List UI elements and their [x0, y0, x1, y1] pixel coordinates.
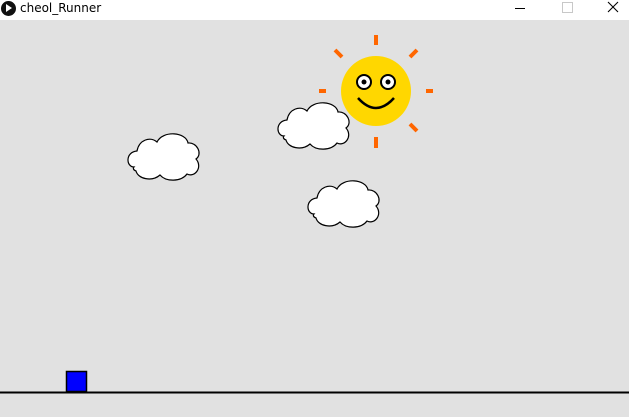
cloud — [127, 133, 200, 181]
minimize-button[interactable] — [498, 0, 544, 20]
sun-face — [341, 56, 411, 126]
app-icon — [1, 1, 16, 16]
cloud — [307, 180, 380, 228]
minimize-icon — [515, 8, 525, 9]
window-title: cheol_Runner — [20, 1, 102, 15]
maximize-button[interactable] — [544, 0, 590, 20]
maximize-icon — [562, 2, 573, 13]
close-icon — [607, 1, 619, 13]
close-button[interactable] — [590, 0, 629, 20]
player-block — [65, 370, 88, 393]
game-scene — [0, 35, 629, 394]
title-bar: cheol_Runner — [0, 0, 629, 20]
cloud — [277, 102, 350, 150]
game-canvas[interactable] — [0, 20, 629, 417]
